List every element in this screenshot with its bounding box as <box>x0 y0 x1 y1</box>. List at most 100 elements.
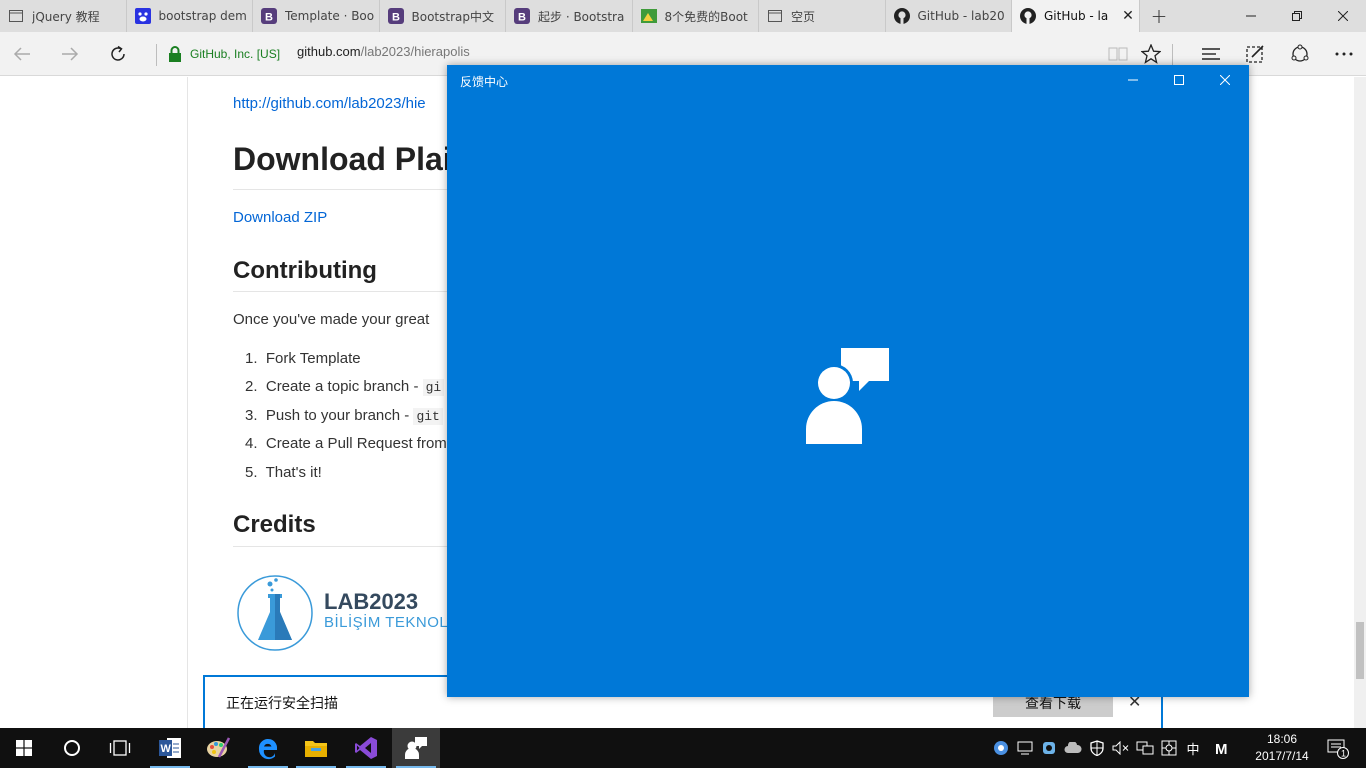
close-tab-icon[interactable]: ✕ <box>1117 8 1139 24</box>
task-view-icon[interactable] <box>96 728 144 768</box>
word-icon[interactable]: W <box>146 728 194 768</box>
step-text: Create a Pull Request from <box>265 435 447 453</box>
svg-text:B: B <box>518 12 526 24</box>
tab-label: GitHub - lab20 <box>917 9 1005 23</box>
app-tray-icon[interactable] <box>1038 728 1060 768</box>
tab-jquery[interactable]: jQuery 教程 <box>0 0 127 32</box>
download-zip-link[interactable]: Download ZIP <box>233 209 327 226</box>
step-text: Create a topic branch - <box>265 378 423 396</box>
list-item: 1. Fork Template <box>245 350 361 367</box>
heading-contributing: Contributing <box>233 257 377 284</box>
step-code: git <box>413 407 443 425</box>
tab-bootstrap-demo[interactable]: bootstrap dem <box>127 0 253 32</box>
clock-date: 2017/7/14 <box>1255 749 1309 763</box>
logo-subtitle: BİLİŞİM TEKNOL <box>324 614 449 631</box>
close-window-button[interactable] <box>1320 0 1366 32</box>
share-icon[interactable] <box>1284 38 1316 70</box>
list-item: 5. That's it! <box>245 463 322 481</box>
tab-label: jQuery 教程 <box>32 9 100 24</box>
volume-mute-icon[interactable] <box>1110 728 1132 768</box>
url-host: github.com <box>297 44 361 59</box>
tab-label: Bootstrap中文 <box>411 9 494 24</box>
system-clock[interactable]: 18:06 2017/7/14 <box>1244 731 1320 765</box>
forward-button[interactable] <box>54 38 86 70</box>
taskbar: W 中 M 1 <box>0 728 1366 768</box>
start-button[interactable] <box>0 728 48 768</box>
notification-count: 1 <box>1341 749 1346 759</box>
refresh-button[interactable] <box>102 38 134 70</box>
back-button[interactable] <box>6 38 38 70</box>
tab-label: Template · Boo <box>285 9 375 23</box>
shield-tray-icon[interactable] <box>1086 728 1108 768</box>
network-icon[interactable] <box>1134 728 1156 768</box>
bootstrap-icon: B <box>261 8 277 24</box>
edge-icon[interactable] <box>244 728 292 768</box>
close-window-button[interactable] <box>1202 65 1248 95</box>
url-path: /lab2023/hierapolis <box>360 44 470 59</box>
page-icon <box>8 8 24 24</box>
heading-credits: Credits <box>233 511 316 538</box>
browser-tray-icon[interactable] <box>990 728 1012 768</box>
list-item: 3. Push to your branch - git <box>245 407 447 435</box>
lab2023-logo <box>236 574 314 656</box>
paint-icon[interactable] <box>194 728 242 768</box>
tab-bootstrap-cn[interactable]: B Bootstrap中文 <box>380 0 506 32</box>
bootstrap-icon: B <box>514 8 530 24</box>
list-item: 4. Create a Pull Request from <box>245 435 447 453</box>
display-tray-icon[interactable] <box>1014 728 1036 768</box>
baidu-icon <box>134 8 151 24</box>
more-icon[interactable] <box>1328 38 1360 70</box>
svg-text:B: B <box>392 12 400 24</box>
window-title: 反馈中心 <box>460 75 509 89</box>
divider <box>233 291 448 292</box>
list-item: 2. Create a topic branch - gi <box>245 378 447 406</box>
minimize-button[interactable] <box>1110 65 1156 95</box>
divider <box>233 546 448 547</box>
logo-title: LAB2023 <box>324 589 419 614</box>
lock-icon <box>168 46 182 66</box>
tab-strip: jQuery 教程 bootstrap dem B Template · Boo… <box>0 0 1366 32</box>
tab-template[interactable]: B Template · Boo <box>253 0 380 32</box>
tab-label: 起步 · Bootstra <box>538 9 625 24</box>
divider <box>156 44 157 66</box>
restore-button[interactable] <box>1274 0 1320 32</box>
steps-list: 1. Fork Template 2. Create a topic branc… <box>245 350 447 492</box>
tab-free-boot[interactable]: 8个免费的Boot <box>633 0 759 32</box>
divider <box>233 189 448 190</box>
cloud-tray-icon[interactable] <box>1062 728 1084 768</box>
visual-studio-icon[interactable] <box>342 728 390 768</box>
feedback-hub-icon <box>805 347 891 449</box>
action-center-icon[interactable]: 1 <box>1318 728 1358 768</box>
cortana-icon[interactable] <box>48 728 96 768</box>
tab-label: GitHub - la <box>1044 9 1109 23</box>
scan-message: 正在运行安全扫描 <box>226 696 338 712</box>
step-text: Fork Template <box>265 350 361 367</box>
github-icon <box>893 8 910 24</box>
page-scrollbar[interactable] <box>1354 77 1366 728</box>
svg-text:M: M <box>1215 741 1228 756</box>
step-code: gi <box>422 379 445 397</box>
new-tab-button[interactable]: + <box>1140 0 1178 32</box>
feedback-hub-taskbar-icon[interactable] <box>392 728 440 768</box>
svg-text:W: W <box>161 743 172 755</box>
maximize-button[interactable] <box>1156 65 1202 95</box>
clock-time: 18:06 <box>1266 732 1298 746</box>
ime-mode-icon[interactable] <box>1158 728 1180 768</box>
site-icon <box>640 8 657 24</box>
tab-getting-started[interactable]: B 起步 · Bootstra <box>506 0 633 32</box>
tab-blank[interactable]: 空页 <box>759 0 886 32</box>
scrollbar-thumb[interactable] <box>1356 622 1364 679</box>
certificate-label[interactable]: GitHub, Inc. [US] <box>190 47 280 61</box>
contrib-paragraph: Once you've made your great <box>233 311 430 328</box>
divider <box>1172 44 1173 66</box>
tab-label: 空页 <box>791 9 816 24</box>
github-icon <box>1020 8 1036 24</box>
minimize-button[interactable] <box>1228 0 1274 32</box>
ime-language[interactable]: 中 <box>1182 728 1204 768</box>
address-bar[interactable]: github.com/lab2023/hierapolis <box>297 44 470 59</box>
m-app-tray-icon[interactable]: M <box>1208 728 1236 768</box>
file-explorer-icon[interactable] <box>292 728 340 768</box>
tab-github-1[interactable]: GitHub - lab20 <box>886 0 1012 32</box>
tab-github-active[interactable]: GitHub - la ✕ <box>1012 0 1140 32</box>
repo-link[interactable]: http://github.com/lab2023/hie <box>233 95 426 112</box>
